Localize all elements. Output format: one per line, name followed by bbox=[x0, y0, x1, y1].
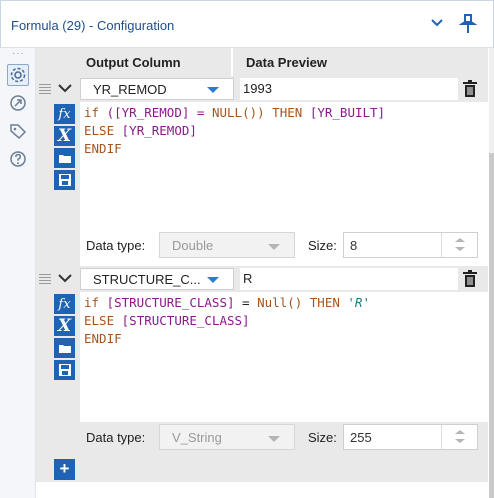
output-column-value: YR_REMOD bbox=[93, 82, 167, 97]
gear-icon bbox=[10, 67, 26, 83]
size-input[interactable]: 255 bbox=[343, 424, 478, 450]
size-value: 8 bbox=[350, 238, 358, 253]
dropdown-arrow-icon bbox=[207, 87, 219, 93]
trash-icon[interactable] bbox=[462, 80, 478, 98]
help-icon bbox=[10, 151, 26, 167]
data-type-value: V_String bbox=[172, 430, 222, 445]
size-value: 255 bbox=[350, 430, 372, 445]
tag-icon bbox=[10, 124, 27, 140]
data-type-line: Data type: Double Size: 8 bbox=[80, 230, 488, 262]
dropdown-arrow-icon bbox=[268, 436, 280, 442]
expression-editor[interactable]: if [STRUCTURE_CLASS] = Null() THEN 'R' E… bbox=[80, 292, 488, 422]
collapse-chevron-icon[interactable] bbox=[58, 272, 72, 284]
rail-grip[interactable]: ··· bbox=[12, 48, 25, 59]
navigate-tab[interactable] bbox=[7, 92, 29, 114]
data-type-area: Data type: Double Size: 8 bbox=[36, 228, 488, 266]
title-bar: Formula (29) - Configuration bbox=[0, 0, 494, 48]
save-icon[interactable] bbox=[54, 360, 75, 380]
data-type-value: Double bbox=[172, 238, 214, 253]
dropdown-arrow-icon bbox=[207, 277, 219, 283]
function-icon[interactable]: fx bbox=[54, 294, 75, 314]
data-type-label: Data type: bbox=[86, 430, 146, 445]
expression-line: if ([YR_REMOD] = NULL()) THEN [YR_BUILT] bbox=[84, 105, 386, 120]
size-stepper[interactable] bbox=[441, 233, 477, 257]
data-preview-cell: R bbox=[240, 268, 458, 290]
data-type-line: Data type: V_String Size: 255 bbox=[80, 422, 488, 454]
data-preview-cell: 1993 bbox=[240, 78, 458, 100]
save-icon[interactable] bbox=[54, 170, 75, 190]
formula-row: STRUCTURE_C... R bbox=[36, 266, 488, 292]
data-preview-header: Data Preview bbox=[246, 55, 327, 70]
annotation-tab[interactable] bbox=[7, 120, 29, 142]
expression-line: ENDIF bbox=[84, 141, 122, 156]
size-label: Size: bbox=[308, 238, 337, 253]
formula-row: YR_REMOD 1993 bbox=[36, 76, 488, 102]
output-column-header: Output Column bbox=[86, 55, 181, 70]
help-tab[interactable] bbox=[7, 148, 29, 170]
variables-icon[interactable]: X bbox=[54, 316, 75, 336]
formula-body: fx X if [STRUCTURE_CLASS] = Null() THEN … bbox=[36, 292, 488, 456]
data-type-select[interactable]: V_String bbox=[159, 424, 295, 450]
expression-line: ELSE [YR_REMOD] bbox=[84, 123, 197, 138]
data-type-label: Data type: bbox=[86, 238, 146, 253]
output-column-value: STRUCTURE_C... bbox=[93, 272, 201, 287]
open-folder-icon[interactable] bbox=[54, 148, 75, 168]
variables-icon[interactable]: X bbox=[54, 126, 75, 146]
left-rail: ··· bbox=[0, 48, 36, 498]
drag-handle-icon[interactable] bbox=[39, 84, 51, 96]
data-preview-value: 1993 bbox=[243, 81, 272, 96]
collapse-chevron-icon[interactable] bbox=[58, 82, 72, 94]
scrollbar-thumb[interactable] bbox=[489, 153, 494, 498]
output-column-select[interactable]: YR_REMOD bbox=[80, 78, 234, 100]
open-folder-icon[interactable] bbox=[54, 338, 75, 358]
dropdown-arrow-icon bbox=[268, 244, 280, 250]
expression-line: ELSE [STRUCTURE_CLASS] bbox=[84, 313, 250, 328]
pin-icon[interactable] bbox=[459, 13, 477, 35]
trash-icon[interactable] bbox=[462, 270, 478, 288]
add-formula-button[interactable]: + bbox=[54, 459, 75, 480]
add-formula-bar: + bbox=[36, 456, 488, 482]
data-preview-value: R bbox=[243, 271, 253, 286]
window-title: Formula (29) - Configuration bbox=[11, 18, 175, 33]
output-column-select[interactable]: STRUCTURE_C... bbox=[80, 268, 234, 290]
expression-line: if [STRUCTURE_CLASS] = Null() THEN 'R' bbox=[84, 295, 370, 310]
configuration-tab[interactable] bbox=[7, 64, 29, 86]
data-type-select[interactable]: Double bbox=[159, 232, 295, 258]
size-input[interactable]: 8 bbox=[343, 232, 478, 258]
expression-line: ENDIF bbox=[84, 331, 122, 346]
navigate-icon bbox=[10, 95, 26, 111]
table-header: Output Column Data Preview bbox=[36, 48, 488, 76]
chevron-down-icon[interactable] bbox=[429, 15, 445, 31]
function-icon[interactable]: fx bbox=[54, 104, 75, 124]
formula-config-panel: Output Column Data Preview YR_REMOD 1993… bbox=[36, 48, 492, 498]
vertical-scrollbar[interactable] bbox=[489, 48, 494, 498]
size-stepper[interactable] bbox=[441, 425, 477, 449]
size-label: Size: bbox=[308, 430, 337, 445]
drag-handle-icon[interactable] bbox=[39, 274, 51, 286]
